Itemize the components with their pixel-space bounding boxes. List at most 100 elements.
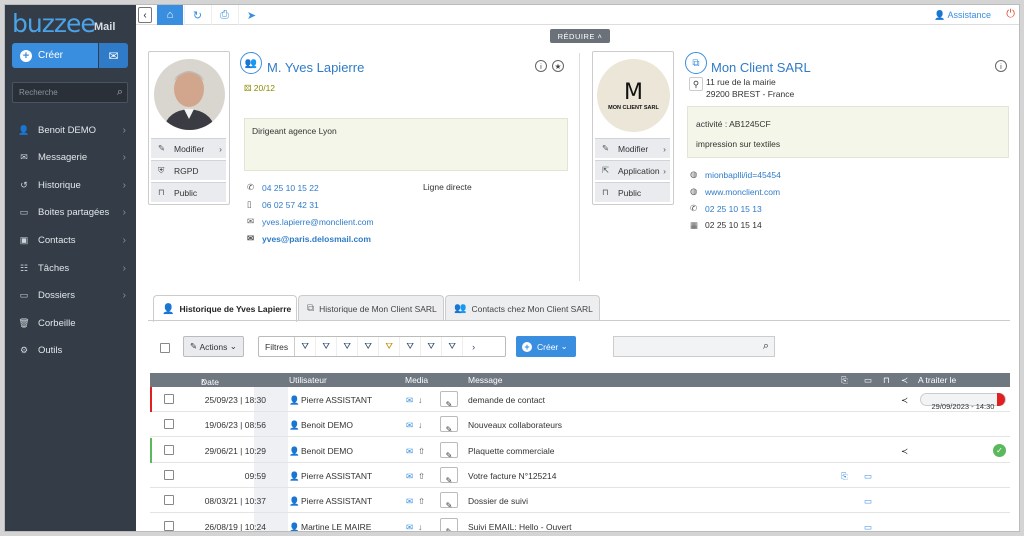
collapse-header-button[interactable]: RÉDUIRE ˄ (550, 29, 610, 43)
folder-icon[interactable]: ▭ (864, 471, 872, 482)
filter-edit-icon[interactable]: ⛛ (442, 337, 464, 356)
row-date: 08/03/21 | 10:37 (204, 496, 266, 507)
create-history-button[interactable]: + Créer ⌄ (516, 336, 576, 357)
filter-more-icon[interactable]: › (463, 337, 484, 356)
contact-email-link[interactable]: ✉ yves.lapierre@monclient.com (247, 216, 374, 227)
select-all-checkbox[interactable] (160, 343, 170, 353)
company-name[interactable]: Mon Client SARL (711, 60, 811, 75)
sidebar-item[interactable]: ▭ Dossiers › (5, 285, 136, 307)
search-icon[interactable]: ⌕ (763, 340, 769, 353)
table-row[interactable]: 08/03/21 | 10:37 👤 Pierre ASSISTANT ✉ ⇧ ✎ Doss… (150, 488, 1010, 514)
row-action-button[interactable]: ✎ (440, 517, 458, 531)
column-media[interactable]: Media (405, 375, 428, 385)
envelope-icon: ✉ (406, 496, 414, 507)
sidebar-item[interactable]: ↺ Historique › (5, 174, 136, 196)
row-action-button[interactable]: ✎ (440, 441, 458, 460)
contact-email2-link[interactable]: ✉ yves@paris.delosmail.com (247, 233, 371, 244)
chevron-down-icon: ⌄ (229, 341, 237, 351)
share-icon[interactable]: ≺ (901, 395, 908, 406)
paperclip-icon[interactable]: ⎘ (841, 375, 848, 386)
column-message[interactable]: Message (468, 375, 503, 385)
share-icon[interactable]: ≺ (901, 446, 908, 457)
contact-action-0[interactable]: ✎ Modifier › (151, 138, 226, 158)
contact-favorite-button[interactable]: ★ (552, 60, 564, 72)
company-website-link[interactable]: ◍ www.monclient.com (690, 186, 780, 197)
contact-mobile-link[interactable]: ▯ 06 02 57 42 31 (247, 199, 319, 210)
actions-dropdown[interactable]: ✎ Actions ⌄ (183, 336, 244, 357)
sidebar-item[interactable]: ☷ Tâches › (5, 257, 136, 279)
home-button[interactable]: ⌂ (157, 5, 183, 25)
filter-calendar-icon[interactable]: ⛛ (358, 337, 380, 356)
logout-button[interactable]: ⏻ (1006, 8, 1015, 21)
contact-phone-link[interactable]: ✆ 04 25 10 15 22 (247, 182, 319, 193)
filter-folder-icon[interactable]: ⛛ (400, 337, 422, 356)
filter-user-icon[interactable]: ⛛ (295, 337, 317, 356)
column-todo[interactable]: A traiter le (918, 375, 956, 385)
company-phone-link[interactable]: ✆ 02 25 10 15 13 (690, 203, 762, 214)
assistance-link[interactable]: 👤 Assistance (934, 10, 991, 21)
sidebar-item[interactable]: ▭ Boites partagées › (5, 202, 136, 224)
filter-priority-icon[interactable]: ⛛ (379, 337, 401, 356)
contact-action-2[interactable]: ⊓ Public (151, 182, 226, 202)
company-action-2[interactable]: ⊓ Public (595, 182, 670, 202)
globe-icon: ◍ (690, 186, 698, 196)
share-icon[interactable]: ≺ (901, 375, 908, 386)
row-action-button[interactable]: ✎ (440, 391, 458, 409)
due-date-badge[interactable]: 29/09/2023 - 14:30 (920, 393, 1006, 411)
sidebar-item[interactable]: ▣ Contacts › (5, 229, 136, 251)
send-button[interactable]: ➤ (238, 5, 264, 25)
table-row[interactable]: 19/06/23 | 08:56 👤 Benoit DEMO ✉ ↓ ✎ Nouveaux … (150, 412, 1010, 438)
action-label: Modifier (618, 143, 649, 154)
tab-company-contacts[interactable]: 👥 Contacts chez Mon Client SARL (445, 295, 600, 321)
sidebar-item[interactable]: 🗑 Corbeille (5, 312, 136, 334)
search-icon[interactable]: ⌕ (117, 86, 123, 99)
sidebar-item[interactable]: 👤 Benoit DEMO › (5, 119, 136, 141)
lock-icon[interactable]: ⊓ (883, 375, 890, 386)
map-marker-icon[interactable]: ⚲ (689, 77, 703, 91)
company-action-1[interactable]: ⇱ Application › (595, 160, 670, 180)
row-action-button[interactable]: ✎ (440, 416, 458, 434)
user-icon: 👤 (934, 10, 946, 20)
collapse-sidebar-button[interactable]: ‹ (138, 7, 152, 23)
row-checkbox[interactable] (164, 444, 174, 455)
sidebar-item[interactable]: ⚙ Outils (5, 340, 136, 362)
paperclip-icon[interactable]: ⎘ (841, 471, 848, 482)
assistance-label: Assistance (947, 10, 991, 20)
row-checkbox[interactable] (164, 520, 174, 531)
table-row[interactable]: 29/06/21 | 10:29 👤 Benoit DEMO ✉ ⇧ ✎ Plaquette… (150, 437, 1010, 463)
tab-company-history[interactable]: ⧉ Historique de Mon Client SARL (298, 295, 444, 321)
fax-icon: ▦ (690, 220, 699, 230)
column-user[interactable]: Utilisateur (289, 375, 327, 385)
sidebar-search-input[interactable]: Recherche ⌕ (12, 82, 128, 103)
row-checkbox[interactable] (164, 495, 174, 506)
company-info-button[interactable]: i (995, 60, 1007, 72)
row-action-button[interactable]: ✎ (440, 466, 458, 485)
tab-contact-history[interactable]: 👤 Historique de Yves Lapierre (153, 295, 297, 322)
contact-action-1[interactable]: ⛨ RGPD (151, 160, 226, 180)
folder-icon[interactable]: ▭ (864, 522, 872, 532)
refresh-button[interactable]: ↻ (184, 5, 210, 25)
folder-icon[interactable]: ▭ (864, 375, 872, 386)
contact-info-button[interactable]: i (535, 60, 547, 72)
table-row[interactable]: 25/09/23 | 18:30 👤 Pierre ASSISTANT ✉ ↓ ✎ dema… (150, 387, 1010, 412)
row-action-button[interactable]: ✎ (440, 492, 458, 510)
row-checkbox[interactable] (164, 469, 174, 480)
table-row[interactable]: 09:59 👤 Pierre ASSISTANT ✉ ⇧ ✎ Votre facture N… (150, 463, 1010, 488)
filter-bookmark-icon[interactable]: ⛛ (337, 337, 359, 356)
filter-users-icon[interactable]: ⛛ (316, 337, 338, 356)
contact-name[interactable]: M. Yves Lapierre (267, 60, 364, 75)
create-button[interactable]: + Créer (12, 43, 98, 68)
company-action-0[interactable]: ✎ Modifier › (595, 138, 670, 158)
folder-icon[interactable]: ▭ (864, 496, 872, 507)
company-app-link[interactable]: ◍ mionbaplli/id=45454 (690, 169, 781, 180)
print-button[interactable]: ⎙ (211, 5, 237, 25)
mobile-icon: ▯ (247, 199, 252, 209)
row-user: Pierre ASSISTANT (301, 395, 373, 405)
table-row[interactable]: 26/08/19 | 10:24 👤 Martine LE MAIRE ✉ ↓ ✎ Suiv… (150, 514, 1010, 532)
history-search-input[interactable]: ⌕ (613, 336, 775, 357)
row-checkbox[interactable] (164, 394, 174, 404)
sidebar-item[interactable]: ✉ Messagerie › (5, 147, 136, 169)
new-mail-button[interactable]: ✉ (99, 43, 128, 68)
row-checkbox[interactable] (164, 419, 174, 430)
filter-inbox-icon[interactable]: ⛛ (421, 337, 443, 356)
